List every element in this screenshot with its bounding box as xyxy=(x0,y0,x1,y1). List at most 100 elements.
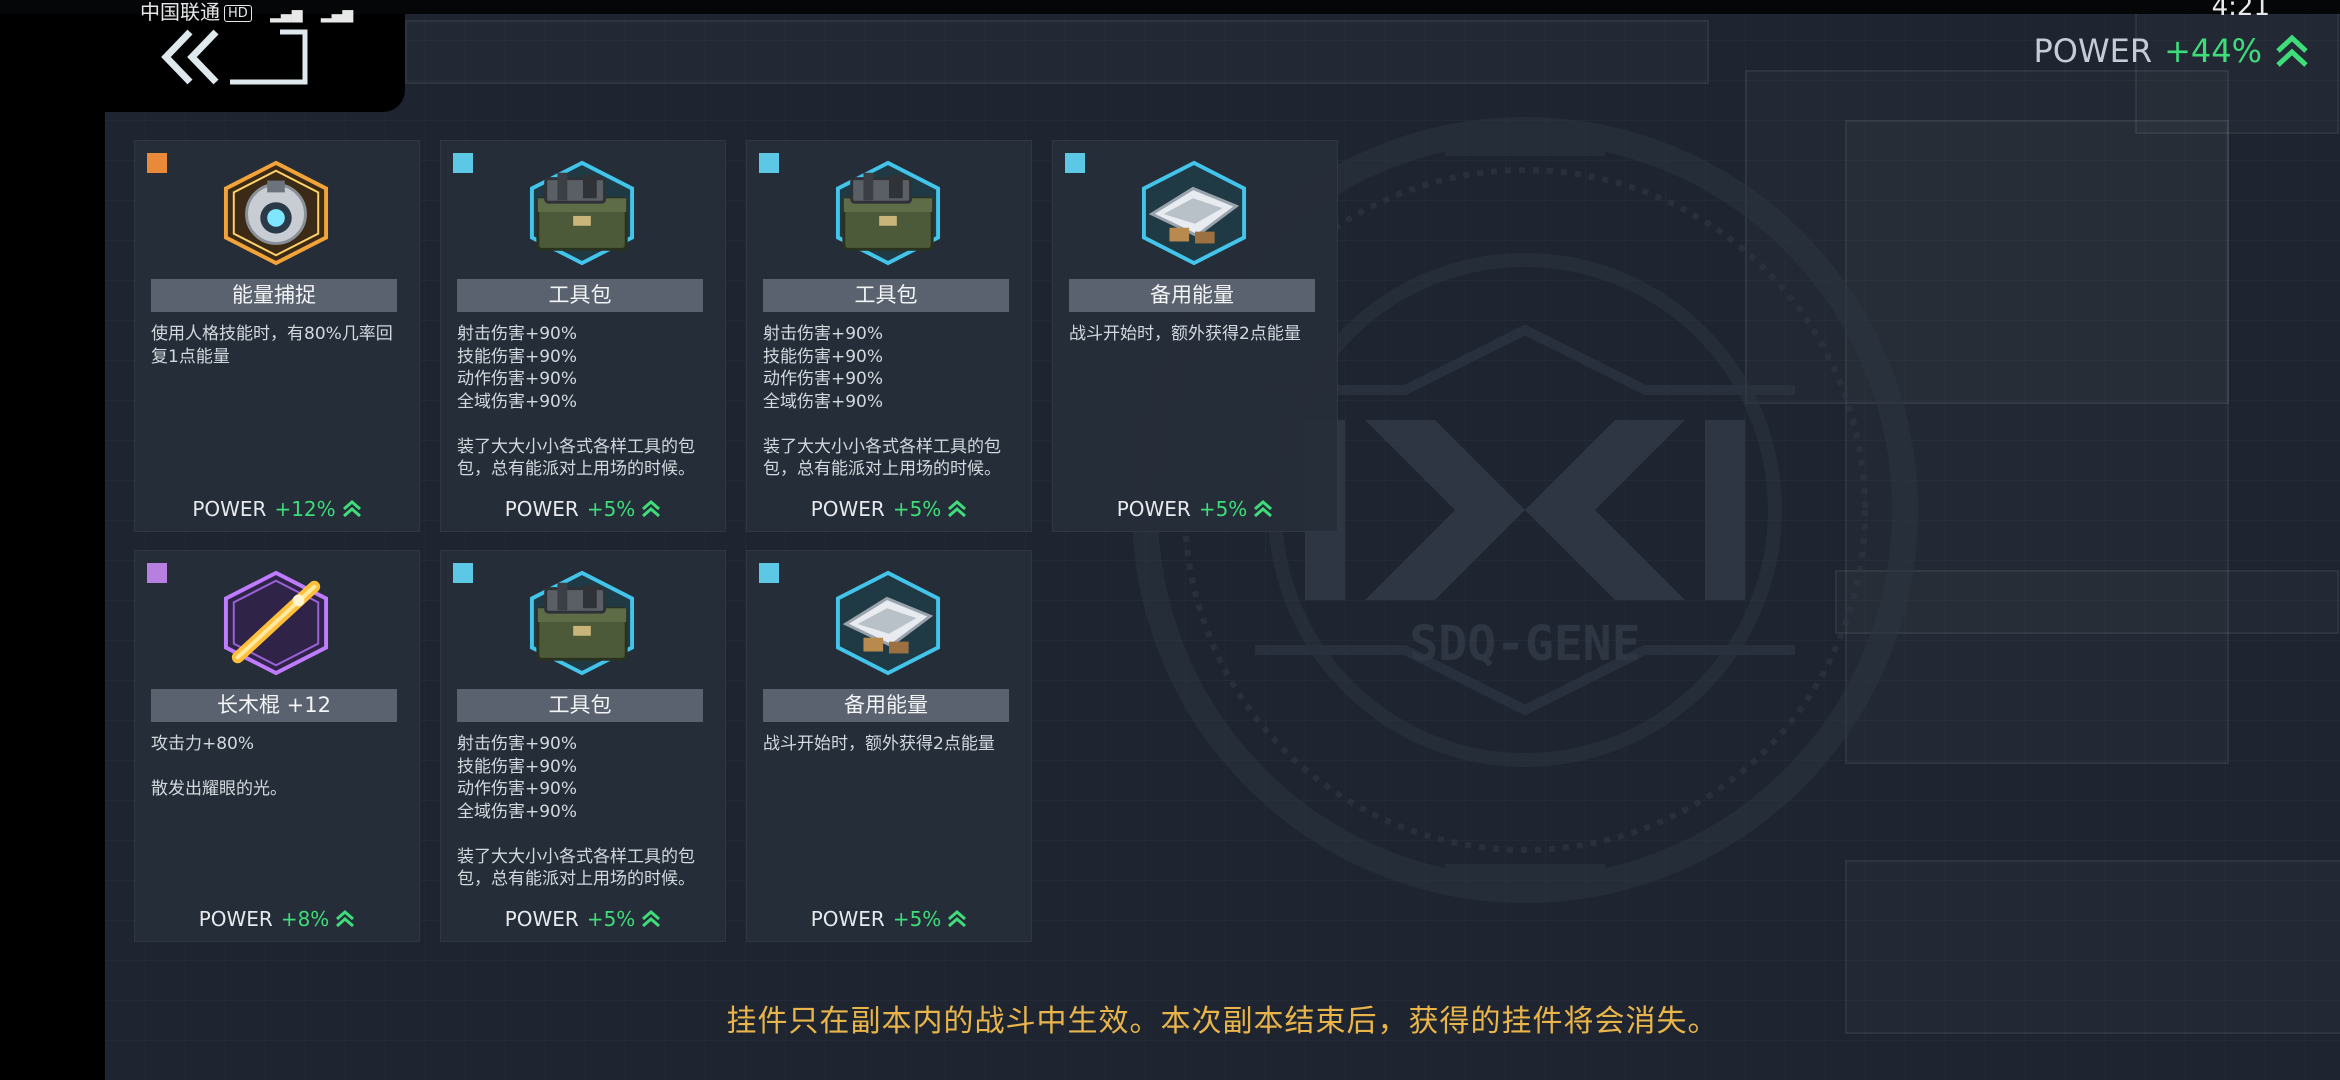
stat-line: 射击伤害+90% xyxy=(763,324,884,344)
pendant-power: POWER +5% xyxy=(747,497,1031,521)
power-label: POWER xyxy=(504,497,579,521)
stat-line: 技能伤害+90% xyxy=(457,346,578,367)
pendant-card[interactable]: 备用能量战斗开始时，额外获得2点能量 POWER +5% xyxy=(746,550,1032,942)
signal-icon-2: ▂▄▆ xyxy=(320,7,354,23)
stat-line: 全域伤害+90% xyxy=(457,801,578,822)
bg-panel xyxy=(2135,10,2339,134)
total-power-indicator: POWER +44% xyxy=(2033,32,2310,70)
double-chevron-up-icon xyxy=(948,500,967,518)
description-text: 战斗开始时，额外获得2点能量 xyxy=(763,734,995,754)
svg-text:SDQ-GENE: SDQ-GENE xyxy=(1409,616,1640,672)
toolbox-icon xyxy=(529,160,635,266)
pendant-description: 战斗开始时，额外获得2点能量 xyxy=(1069,323,1315,346)
double-chevron-up-icon xyxy=(948,910,967,928)
stat-line: 技能伤害+90% xyxy=(457,756,578,777)
stat-line: 射击伤害+90% xyxy=(457,324,578,344)
rarity-marker xyxy=(453,153,473,173)
rarity-marker xyxy=(759,153,779,173)
rarity-marker xyxy=(147,563,167,583)
carrier-label: 中国联通 HD ▂▄▆ ▂▄▆ xyxy=(140,0,353,25)
power-bonus: +5% xyxy=(892,907,942,931)
power-value: +44% xyxy=(2164,32,2262,70)
pendant-title: 长木棍 +12 xyxy=(151,689,397,722)
hd-badge: HD xyxy=(224,5,252,22)
pendant-description: 射击伤害+90% 技能伤害+90% 动作伤害+90% 全域伤害+90% 装了大大小小各式… xyxy=(457,323,703,481)
pendant-card[interactable]: 工具包射击伤害+90% 技能伤害+90% 动作伤害+90% 全域伤害+90% 装了大大小… xyxy=(440,550,726,942)
stat-line: 射击伤害+90% xyxy=(457,734,578,754)
energy-capture-device-icon xyxy=(223,160,329,266)
description-text: 使用人格技能时，有80%几率回复1点能量 xyxy=(151,324,393,367)
double-chevron-up-icon xyxy=(642,500,661,518)
pendant-power: POWER +8% xyxy=(135,907,419,931)
double-chevron-up-icon xyxy=(336,910,355,928)
description-text: 战斗开始时，额外获得2点能量 xyxy=(1069,324,1301,344)
game-screen: 中国联通 HD ▂▄▆ ▂▄▆ 4:21 SDQ-GENE 挂件只在副本内的战斗… xyxy=(0,0,2340,1080)
power-bonus: +5% xyxy=(1198,497,1248,521)
pendant-card[interactable]: 能量捕捉使用人格技能时，有80%几率回复1点能量 POWER +12% xyxy=(134,140,420,532)
pendant-title: 工具包 xyxy=(457,689,703,722)
stat-line: 动作伤害+90% xyxy=(457,779,578,799)
power-label: POWER xyxy=(198,907,273,931)
pendant-card[interactable]: 工具包射击伤害+90% 技能伤害+90% 动作伤害+90% 全域伤害+90% 装了大大小… xyxy=(746,140,1032,532)
pendant-description: 战斗开始时，额外获得2点能量 xyxy=(763,733,1009,756)
pendant-power: POWER +5% xyxy=(747,907,1031,931)
pendant-title: 工具包 xyxy=(763,279,1009,312)
power-bonus: +5% xyxy=(586,907,636,931)
pendant-card[interactable]: 工具包射击伤害+90% 技能伤害+90% 动作伤害+90% 全域伤害+90% 装了大大小… xyxy=(440,140,726,532)
stat-line: 动作伤害+90% xyxy=(457,369,578,389)
power-bonus: +5% xyxy=(892,497,942,521)
power-label: POWER xyxy=(2033,32,2153,70)
back-button[interactable] xyxy=(160,26,310,88)
double-chevron-up-icon xyxy=(2276,34,2308,67)
toolbox-icon xyxy=(835,160,941,266)
rarity-marker xyxy=(759,563,779,583)
dungeon-notice: 挂件只在副本内的战斗中生效。本次副本结束后，获得的挂件将会消失。 xyxy=(726,1004,1719,1039)
double-chevron-up-icon xyxy=(642,910,661,928)
pendant-description: 使用人格技能时，有80%几率回复1点能量 xyxy=(151,323,397,368)
stat-line: 攻击力+80% xyxy=(151,734,255,754)
pendant-power: POWER +12% xyxy=(135,497,419,521)
power-bonus: +12% xyxy=(274,497,336,521)
stat-line: 全域伤害+90% xyxy=(763,391,884,412)
power-label: POWER xyxy=(810,497,885,521)
toolbox-icon xyxy=(529,570,635,676)
backup-energy-icon xyxy=(835,570,941,676)
flavor-text: 装了大大小小各式各样工具的包包，总有能派对上用场的时候。 xyxy=(457,846,695,890)
double-chevron-left-icon xyxy=(161,29,219,85)
power-label: POWER xyxy=(810,907,885,931)
flavor-text: 散发出耀眼的光。 xyxy=(151,779,287,799)
rarity-marker xyxy=(453,563,473,583)
flavor-text: 装了大大小小各式各样工具的包包，总有能派对上用场的时候。 xyxy=(763,436,1001,480)
stat-line: 全域伤害+90% xyxy=(457,391,578,412)
pendant-title: 备用能量 xyxy=(1069,279,1315,312)
backup-energy-icon xyxy=(1141,160,1247,266)
pendant-card[interactable]: 长木棍 +12 攻击力+80% 散发出耀眼的光。 POWER +8% xyxy=(134,550,420,942)
stat-line: 动作伤害+90% xyxy=(763,369,884,389)
power-label: POWER xyxy=(192,497,267,521)
rarity-marker xyxy=(147,153,167,173)
pendant-title: 工具包 xyxy=(457,279,703,312)
long-staff-icon xyxy=(223,570,329,676)
double-chevron-up-icon xyxy=(1254,500,1273,518)
signal-icon: ▂▄▆ xyxy=(270,7,303,23)
pendant-title: 能量捕捉 xyxy=(151,279,397,312)
status-time: 4:21 xyxy=(2211,0,2270,22)
bg-panel xyxy=(405,20,1709,84)
pendant-power: POWER +5% xyxy=(441,907,725,931)
pendant-card[interactable]: 备用能量战斗开始时，额外获得2点能量 POWER +5% xyxy=(1052,140,1338,532)
power-label: POWER xyxy=(1116,497,1191,521)
flavor-text: 装了大大小小各式各样工具的包包，总有能派对上用场的时候。 xyxy=(457,436,695,480)
power-bonus: +5% xyxy=(586,497,636,521)
stat-line: 技能伤害+90% xyxy=(763,346,884,367)
pendant-power: POWER +5% xyxy=(441,497,725,521)
pendant-power: POWER +5% xyxy=(1053,497,1337,521)
pendant-description: 攻击力+80% 散发出耀眼的光。 xyxy=(151,733,397,801)
power-label: POWER xyxy=(504,907,579,931)
double-chevron-up-icon xyxy=(342,500,361,518)
pendant-title: 备用能量 xyxy=(763,689,1009,722)
pendant-description: 射击伤害+90% 技能伤害+90% 动作伤害+90% 全域伤害+90% 装了大大小小各式… xyxy=(763,323,1009,481)
